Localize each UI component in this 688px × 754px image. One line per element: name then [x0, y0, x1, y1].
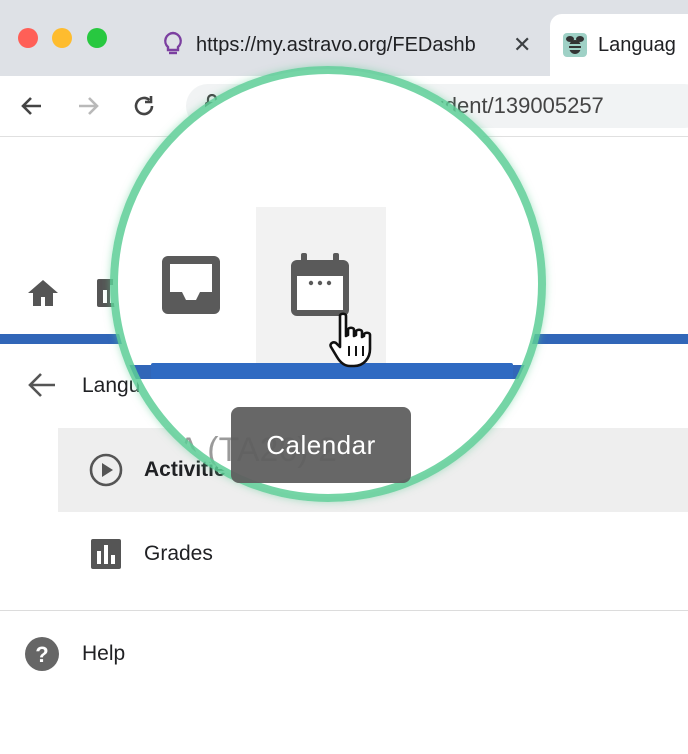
calendar-tooltip: Calendar: [231, 407, 411, 483]
home-icon[interactable]: [26, 278, 60, 313]
play-circle-icon: [88, 452, 124, 488]
help-label: Help: [82, 642, 126, 665]
tab-title: Languag: [598, 33, 676, 56]
reload-button[interactable]: [128, 90, 160, 122]
browser-tab-language[interactable]: Languag: [550, 14, 688, 76]
zoom-window-button[interactable]: [87, 28, 107, 48]
browser-tab-bar: https://my.astravo.org/FEDashb ✕ Languag: [0, 0, 688, 76]
hand-pointer-icon: [326, 312, 380, 375]
tab-close-button[interactable]: ✕: [513, 32, 531, 58]
bee-icon: [562, 30, 588, 60]
help-circle-icon: ?: [24, 636, 60, 672]
forward-button[interactable]: [72, 90, 104, 122]
minimize-window-button[interactable]: [52, 28, 72, 48]
reload-icon: [134, 96, 154, 116]
svg-text:?: ?: [35, 642, 48, 667]
tab-title: https://my.astravo.org/FEDashb: [196, 33, 476, 56]
arrow-right-icon: [79, 97, 99, 115]
arrow-left-icon: [21, 97, 41, 115]
menu-item-grades[interactable]: Grades: [58, 512, 688, 596]
bar-chart-icon: [88, 536, 124, 572]
back-button[interactable]: [16, 90, 48, 122]
menu-item-label: Grades: [144, 542, 213, 565]
help-link[interactable]: ? Help: [24, 636, 125, 672]
lightbulb-icon: [160, 30, 186, 60]
close-window-button[interactable]: [18, 28, 38, 48]
back-arrow-icon[interactable]: [26, 370, 58, 405]
divider: [0, 610, 688, 611]
